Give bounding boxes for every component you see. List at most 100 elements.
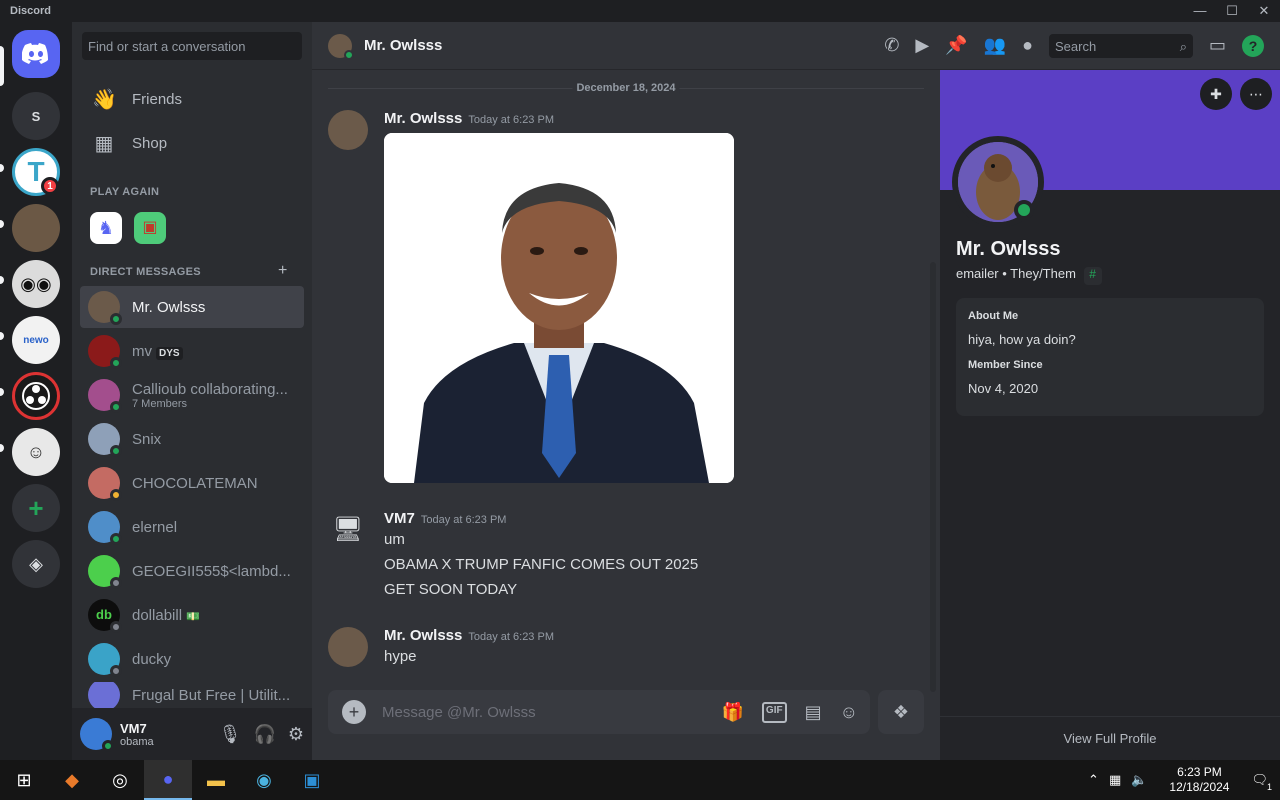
- taskbar-app-icon[interactable]: ◆: [48, 760, 96, 800]
- shop-nav-item[interactable]: ▦ Shop: [80, 122, 304, 164]
- date-label: December 18, 2024: [572, 82, 680, 94]
- message-avatar[interactable]: 🖥: [328, 510, 368, 550]
- clock[interactable]: 6:23 PM 12/18/2024: [1169, 765, 1229, 795]
- server-robot[interactable]: ☺: [12, 428, 60, 476]
- game-icon[interactable]: ♞: [90, 212, 122, 244]
- dm-item[interactable]: Frugal But Free | Utilit...: [80, 682, 304, 708]
- message-input[interactable]: Message @Mr. Owlsss: [382, 704, 536, 721]
- inbox-icon[interactable]: ▭: [1209, 35, 1226, 56]
- image-attachment[interactable]: [384, 133, 734, 483]
- dm-item[interactable]: GEOEGII555$<lambd...: [80, 550, 304, 592]
- gif-icon[interactable]: GIF: [761, 701, 787, 723]
- message: 🖥 VM7 Today at 6:23 PM um OBAMA X TRUMP F…: [328, 510, 918, 598]
- message-timestamp: Today at 6:23 PM: [468, 114, 554, 126]
- dm-name: mv: [132, 342, 152, 360]
- upload-plus-icon[interactable]: +: [342, 700, 366, 724]
- message-avatar[interactable]: [328, 110, 368, 150]
- title-bar: Discord — ☐ ✕: [0, 0, 1280, 22]
- voice-call-icon[interactable]: ✆: [884, 35, 899, 56]
- home-button[interactable]: [12, 30, 60, 78]
- server-newo[interactable]: newo: [12, 316, 60, 364]
- close-button[interactable]: ✕: [1248, 3, 1280, 19]
- user-profile-icon[interactable]: ●: [1022, 35, 1033, 56]
- sticker-icon[interactable]: ▤: [805, 702, 822, 723]
- avatar: [88, 643, 122, 677]
- server-tag: DYS: [156, 346, 183, 360]
- dm-item[interactable]: CHOCOLATEMAN: [80, 462, 304, 504]
- shop-label: Shop: [132, 134, 168, 152]
- message-author[interactable]: Mr. Owlsss: [384, 627, 462, 644]
- more-options-icon[interactable]: ⋯: [1240, 78, 1272, 110]
- server-tag: 💵: [186, 610, 200, 623]
- gear-icon[interactable]: ⚙: [288, 724, 304, 745]
- member-since-heading: Member Since: [968, 359, 1043, 371]
- headphones-icon[interactable]: 🎧: [253, 724, 275, 745]
- obs-taskbar-icon[interactable]: ◎: [96, 760, 144, 800]
- unread-indicator: [0, 164, 4, 172]
- server-label: S: [31, 108, 41, 124]
- find-conversation-input[interactable]: Find or start a conversation: [82, 32, 302, 60]
- dm-item[interactable]: mv DYS: [80, 330, 304, 372]
- browser-icon[interactable]: ◉: [240, 760, 288, 800]
- add-friends-icon[interactable]: 👥: [984, 35, 1006, 56]
- dm-item[interactable]: ducky: [80, 638, 304, 680]
- microphone-icon[interactable]: 🎙: [219, 724, 242, 745]
- minimize-button[interactable]: —: [1184, 3, 1216, 19]
- unread-indicator: [0, 332, 4, 340]
- clock-date: 12/18/2024: [1169, 780, 1230, 794]
- friends-nav-item[interactable]: 👋 Friends: [80, 78, 304, 120]
- dm-item[interactable]: Mr. Owlsss: [80, 286, 304, 328]
- avatar: db: [88, 599, 122, 633]
- message-author[interactable]: Mr. Owlsss: [384, 110, 462, 127]
- pin-icon[interactable]: 📌: [945, 35, 967, 56]
- taskbar-app-icon[interactable]: ▣: [288, 760, 336, 800]
- server-creature[interactable]: [12, 204, 60, 252]
- view-full-profile-button[interactable]: View Full Profile: [940, 716, 1280, 760]
- message-text: um: [384, 531, 405, 548]
- explore-icon[interactable]: ◈: [12, 540, 60, 588]
- message-avatar[interactable]: [328, 627, 368, 667]
- user-avatar[interactable]: [80, 718, 114, 752]
- gift-icon[interactable]: 🎁: [722, 702, 744, 723]
- app-title: Discord: [10, 5, 51, 17]
- user-status-text: obama: [120, 735, 154, 748]
- add-friend-icon[interactable]: ✚: [1200, 78, 1232, 110]
- dm-group-item[interactable]: Callioub collaborating... 7 Members: [80, 374, 304, 416]
- server-face[interactable]: ◉◉: [12, 260, 60, 308]
- notification-icon[interactable]: 🗨 1: [1251, 772, 1272, 792]
- chat-scrollbar[interactable]: [930, 262, 936, 692]
- member-count: 7 Members: [132, 397, 188, 410]
- dm-sidebar: Find or start a conversation 👋 Friends ▦…: [72, 22, 312, 760]
- dm-item[interactable]: db dollabill 💵: [80, 594, 304, 636]
- apps-icon[interactable]: ❖: [878, 690, 924, 734]
- volume-icon[interactable]: 🔈: [1131, 772, 1147, 788]
- start-button[interactable]: ⊞: [0, 760, 48, 800]
- user-info[interactable]: VM7 obama: [120, 721, 154, 748]
- status-indicator: [110, 401, 122, 413]
- message-author[interactable]: VM7: [384, 510, 415, 527]
- server-s[interactable]: S: [12, 92, 60, 140]
- file-explorer-icon[interactable]: ▬: [192, 760, 240, 800]
- about-text: hiya, how ya doin?: [968, 332, 1076, 347]
- video-call-icon[interactable]: ▶: [915, 35, 929, 56]
- server-obs[interactable]: [12, 372, 60, 420]
- user-panel: VM7 obama 🎙 🎧 ⚙: [72, 708, 312, 760]
- chat-header: Mr. Owlsss ✆ ▶ 📌 👥 ● Search ⌕ ▭ ?: [312, 22, 1280, 70]
- dm-item[interactable]: elernel: [80, 506, 304, 548]
- discord-taskbar-icon[interactable]: ●: [144, 760, 192, 800]
- maximize-button[interactable]: ☐: [1216, 3, 1248, 19]
- dm-name: Frugal But Free | Utilit...: [132, 686, 291, 704]
- chevron-up-icon[interactable]: ⌃: [1088, 772, 1099, 788]
- add-server-button[interactable]: +: [12, 484, 60, 532]
- help-icon[interactable]: ?: [1242, 34, 1264, 57]
- dm-item[interactable]: Snix: [80, 418, 304, 460]
- emoji-icon[interactable]: ☺: [840, 702, 858, 723]
- search-input[interactable]: Search ⌕: [1048, 33, 1193, 58]
- direct-messages-heading: DIRECT MESSAGES: [90, 266, 201, 278]
- unread-indicator: [0, 388, 4, 396]
- server-t[interactable]: T1: [12, 148, 60, 196]
- create-dm-button[interactable]: +: [278, 262, 287, 280]
- dm-name: Snix: [132, 430, 162, 448]
- game-icon[interactable]: ▣: [134, 212, 166, 244]
- network-icon[interactable]: ▦: [1109, 772, 1121, 788]
